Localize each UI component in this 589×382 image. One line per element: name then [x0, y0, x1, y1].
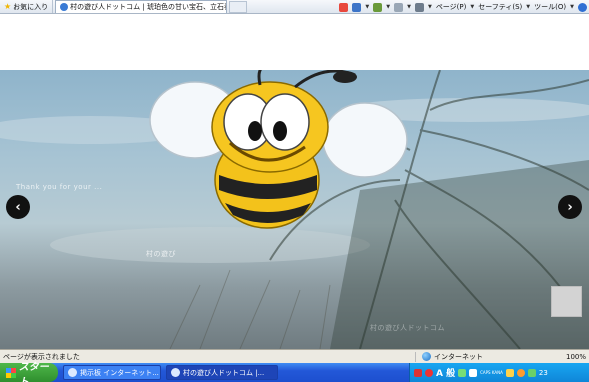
slide-caption-center: 村の遊び	[146, 250, 176, 258]
favorites-label: お気に入り	[13, 2, 49, 11]
page-content: Thank you for your ... 村の遊び 村の遊び人ドットコム ‹…	[0, 15, 589, 349]
menu-safety[interactable]: セーフティ(S)	[478, 2, 522, 12]
ime-pad-icon[interactable]	[458, 368, 467, 377]
start-label: スタート	[18, 361, 49, 382]
help-icon[interactable]	[469, 368, 478, 377]
status-message: ページが表示されました	[3, 352, 80, 361]
start-button[interactable]: スタート	[0, 362, 58, 382]
browser-tab-active[interactable]: 村の遊び人ドットコム | 琥珀色の甘い宝石、立石養蜂...	[55, 0, 228, 13]
ie-page-icon	[60, 3, 69, 11]
taskbar-item-label: 村の遊び人ドットコム |...	[183, 368, 265, 377]
chevron-left-icon: ‹	[15, 199, 21, 215]
chevron-down-icon[interactable]: ▼	[386, 4, 390, 10]
zoom-level[interactable]: 100%	[566, 353, 589, 361]
screen: ★ お気に入り 村の遊び人ドットコム | 琥珀色の甘い宝石、立石養蜂... ▼ …	[0, 0, 589, 382]
chevron-down-icon[interactable]: ▼	[407, 4, 411, 10]
tray-record-icon[interactable]	[425, 368, 433, 377]
placeholder-box[interactable]	[551, 286, 582, 317]
chevron-down-icon[interactable]: ▼	[365, 4, 369, 10]
command-bar: ▼ ▼ ▼ ▼ ページ(P) ▼ セーフティ(S) ▼ ツール(O) ▼	[339, 0, 587, 13]
chevron-down-icon[interactable]: ▼	[428, 4, 432, 10]
browser-toolbar: ★ お気に入り 村の遊び人ドットコム | 琥珀色の甘い宝石、立石養蜂... ▼ …	[0, 0, 589, 14]
volume-icon[interactable]	[516, 368, 525, 377]
hero-slider: Thank you for your ... 村の遊び 村の遊び人ドットコム ‹…	[0, 70, 589, 349]
menu-tools[interactable]: ツール(O)	[534, 2, 566, 12]
windows-logo-icon	[6, 367, 16, 378]
taskbar: スタート 掲示板 インターネット... 村の遊び人ドットコム |... A 般 …	[0, 362, 589, 382]
network-icon[interactable]	[505, 368, 514, 377]
chevron-down-icon[interactable]: ▼	[570, 4, 574, 10]
bee-mascot-image	[149, 70, 408, 229]
chevron-down-icon[interactable]: ▼	[526, 4, 530, 10]
tab-title: 村の遊び人ドットコム | 琥珀色の甘い宝石、立石養蜂...	[70, 3, 226, 11]
zone-label: インターネット	[434, 352, 483, 361]
caps-kana-indicator: CAPS KANA	[480, 370, 503, 375]
ie-icon	[171, 368, 180, 377]
feeds-icon[interactable]	[339, 2, 349, 12]
taskbar-item-murano[interactable]: 村の遊び人ドットコム |...	[166, 365, 278, 380]
globe-icon	[422, 352, 431, 361]
mail-icon[interactable]	[394, 2, 404, 12]
ime-indicator[interactable]: A 般	[436, 366, 455, 379]
new-tab-button[interactable]	[229, 0, 248, 13]
taskbar-item-label: 掲示板 インターネット...	[80, 368, 159, 377]
shield-icon[interactable]	[527, 368, 536, 377]
security-zone: インターネット	[415, 351, 535, 362]
chevron-right-icon: ›	[567, 199, 573, 215]
rss-icon[interactable]	[373, 2, 383, 12]
menu-page[interactable]: ページ(P)	[436, 2, 467, 12]
slider-next-button[interactable]: ›	[558, 195, 582, 219]
help-icon[interactable]	[578, 2, 587, 12]
taskbar-item-bbs[interactable]: 掲示板 インターネット...	[63, 365, 161, 380]
print-icon[interactable]	[414, 2, 424, 12]
home-icon[interactable]	[352, 2, 362, 12]
chevron-down-icon[interactable]: ▼	[470, 4, 474, 10]
status-bar: ページが表示されました インターネット 100%	[0, 349, 589, 363]
star-icon: ★	[4, 2, 12, 11]
favorites-button[interactable]: ★ お気に入り	[0, 0, 54, 13]
system-tray: A 般 CAPS KANA 23	[409, 363, 589, 382]
ie-icon	[68, 368, 77, 377]
slide-caption-bottom: 村の遊び人ドットコム	[370, 324, 445, 332]
tray-app-icon[interactable]	[414, 368, 422, 377]
clock[interactable]: 23	[539, 369, 548, 377]
slide-caption-left: Thank you for your ...	[16, 183, 103, 191]
slider-prev-button[interactable]: ‹	[6, 195, 30, 219]
